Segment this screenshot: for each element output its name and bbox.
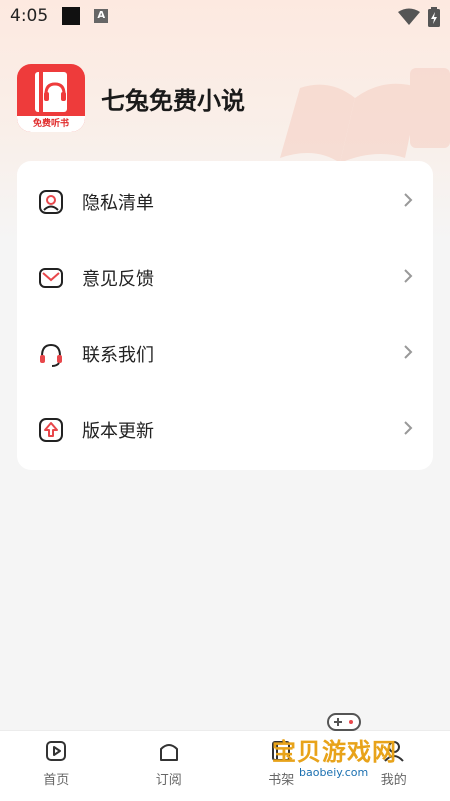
nav-label: 订阅 <box>156 769 182 788</box>
menu-item-label: 隐私清单 <box>82 189 154 215</box>
menu-item-label: 联系我们 <box>82 341 154 367</box>
mail-icon <box>37 264 65 292</box>
nav-item-subscribe[interactable]: 订阅 <box>113 731 226 801</box>
books-decoration <box>260 58 450 168</box>
menu-item-contact[interactable]: 联系我们 <box>17 316 433 392</box>
nav-label: 我的 <box>381 769 407 788</box>
chevron-right-icon <box>403 268 413 284</box>
menu-item-feedback[interactable]: 意见反馈 <box>17 240 433 316</box>
menu-item-label: 版本更新 <box>82 417 154 443</box>
play-icon <box>44 739 68 763</box>
bookshelf-icon <box>269 739 293 763</box>
menu-item-label: 意见反馈 <box>82 265 154 291</box>
nav-item-profile[interactable]: 我的 <box>338 731 450 801</box>
menu-card: 隐私清单 意见反馈 联系我们 <box>17 161 433 470</box>
update-icon <box>37 416 65 444</box>
nav-item-bookshelf[interactable]: 书架 <box>225 731 338 801</box>
notification-square-icon <box>62 7 80 25</box>
menu-item-privacy[interactable]: 隐私清单 <box>17 164 433 240</box>
nav-label: 首页 <box>43 769 69 788</box>
app-logo: 免费听书 <box>17 64 85 132</box>
battery-icon <box>428 7 440 27</box>
chevron-right-icon <box>403 420 413 436</box>
menu-item-update[interactable]: 版本更新 <box>17 392 433 468</box>
logo-badge: 免费听书 <box>17 116 85 132</box>
status-bar: 4:05 A <box>0 0 450 32</box>
home-icon <box>157 739 181 763</box>
app-header: 免费听书 七兔免费小说 <box>17 64 245 132</box>
chevron-right-icon <box>403 192 413 208</box>
nav-item-home[interactable]: 首页 <box>0 731 113 801</box>
nav-label: 书架 <box>268 769 294 788</box>
bottom-nav: 首页 订阅 书架 我的 <box>0 730 450 801</box>
chevron-right-icon <box>403 344 413 360</box>
app-title: 七兔免费小说 <box>101 81 245 116</box>
privacy-icon <box>37 188 65 216</box>
notification-a-icon: A <box>94 9 108 23</box>
status-right <box>398 7 440 27</box>
wifi-icon <box>398 8 420 26</box>
profile-icon <box>382 739 406 763</box>
headset-icon <box>37 340 65 368</box>
status-time: 4:05 <box>10 6 48 26</box>
